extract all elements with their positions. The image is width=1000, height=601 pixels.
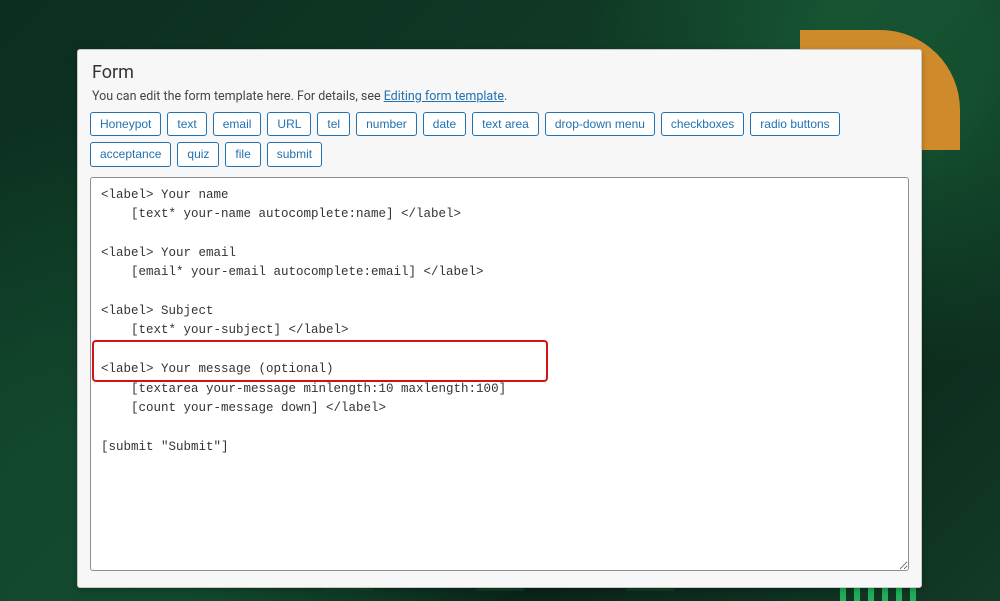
panel-title: Form [92,62,909,83]
tag-number-button[interactable]: number [356,112,417,136]
tag-url-button[interactable]: URL [267,112,311,136]
tag-date-button[interactable]: date [423,112,466,136]
panel-desc-link[interactable]: Editing form template [384,89,504,104]
panel-desc-suffix: . [504,89,507,104]
tag-acceptance-button[interactable]: acceptance [90,142,171,166]
tag-tel-button[interactable]: tel [317,112,350,136]
panel-desc-prefix: You can edit the form template here. For… [92,89,384,104]
tag-radio-button[interactable]: radio buttons [750,112,839,136]
form-template-textarea[interactable] [90,177,909,571]
tag-textarea-button[interactable]: text area [472,112,539,136]
form-panel: Form You can edit the form template here… [77,49,922,588]
tag-dropdown-button[interactable]: drop-down menu [545,112,655,136]
tag-checkboxes-button[interactable]: checkboxes [661,112,744,136]
tag-honeypot-button[interactable]: Honeypot [90,112,161,136]
tag-submit-button[interactable]: submit [267,142,322,166]
tag-file-button[interactable]: file [225,142,260,166]
tag-email-button[interactable]: email [213,112,262,136]
panel-description: You can edit the form template here. For… [92,89,909,104]
form-tag-row: Honeypot text email URL tel number date … [90,112,909,167]
tag-text-button[interactable]: text [167,112,206,136]
tag-quiz-button[interactable]: quiz [177,142,219,166]
code-area-wrap [90,177,909,575]
